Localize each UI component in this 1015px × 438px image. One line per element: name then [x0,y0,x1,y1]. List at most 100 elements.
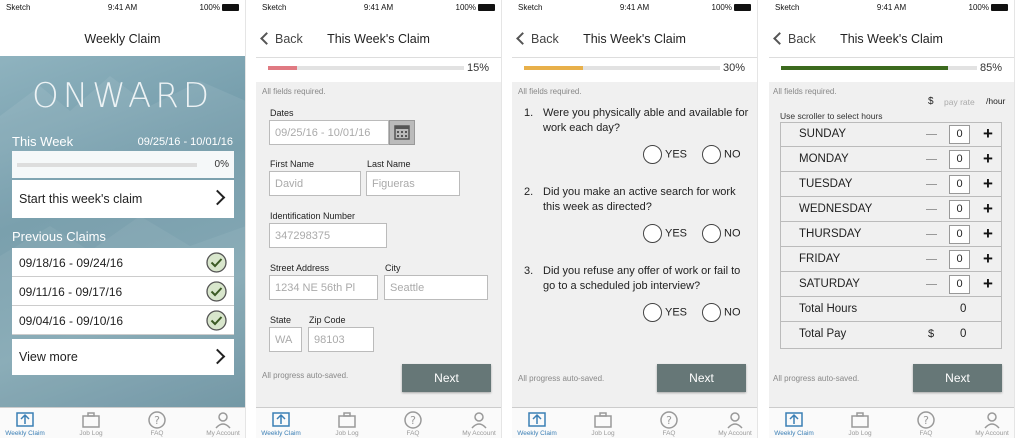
day-row-wednesday: WEDNESDAY 0 + [780,197,1002,222]
plus-icon[interactable]: + [983,249,993,269]
nav-bar: Back This Week's Claim [256,18,501,58]
person-icon [213,411,233,429]
city-field[interactable]: Seattle [384,275,488,300]
tab-my-account[interactable]: My Account [201,411,245,437]
briefcase-icon [337,411,357,429]
last-name-field[interactable]: Figueras [366,171,460,196]
minus-icon[interactable] [926,134,937,135]
plus-icon[interactable]: + [983,224,993,244]
tab-faq[interactable]: ? FAQ [904,411,948,437]
radio-no[interactable]: NO [702,224,741,243]
tab-faq[interactable]: ? FAQ [391,411,435,437]
state-label: State [270,315,292,325]
next-button[interactable]: Next [913,364,1002,392]
day-row-friday: FRIDAY 0 + [780,247,1002,272]
street-field[interactable]: 1234 NE 56th Pl [269,275,378,300]
tab-job-log[interactable]: Job Log [325,411,369,437]
hours-field[interactable]: 0 [949,225,970,244]
minus-icon[interactable] [926,159,937,160]
next-button[interactable]: Next [657,364,746,392]
start-claim-button[interactable]: Start this week's claim [12,180,234,218]
calendar-icon[interactable] [389,120,415,145]
plus-icon[interactable]: + [983,149,993,169]
scroller-hint: Use scroller to select hours [780,111,883,121]
question-text: Did you refuse any offer of work or fail… [543,265,741,292]
hours-field[interactable]: 0 [949,275,970,294]
hours-field[interactable]: 0 [949,200,970,219]
tab-label: Job Log [848,430,872,437]
tab-my-account[interactable]: My Account [970,411,1014,437]
dates-label: Dates [270,108,294,118]
radio-label: NO [724,227,741,240]
plus-icon[interactable]: + [983,274,993,294]
hours-field[interactable]: 0 [949,175,970,194]
hours-field[interactable]: 0 [949,125,970,144]
claim-progress-pct: 85% [979,62,1002,74]
question-icon: ? [403,411,423,429]
id-number-field[interactable]: 347298375 [269,223,387,248]
minus-icon[interactable] [926,209,937,210]
tab-weekly-claim[interactable]: Weekly Claim [259,411,303,437]
tab-job-log[interactable]: Job Log [69,411,113,437]
radio-yes[interactable]: YES [643,303,687,322]
tab-faq[interactable]: ? FAQ [135,411,179,437]
radio-no[interactable]: NO [702,303,741,322]
radio-yes[interactable]: YES [643,145,687,164]
day-label: SUNDAY [799,128,847,140]
minus-icon[interactable] [926,259,937,260]
total-pay-value: 0 [960,328,967,340]
pay-rate-input[interactable]: pay rate [944,97,975,107]
previous-claim-row[interactable]: 09/04/16 - 09/10/16 [12,306,234,335]
claim-progress-pct: 30% [722,62,745,74]
previous-claim-row[interactable]: 09/18/16 - 09/24/16 [12,248,234,277]
view-more-button[interactable]: View more [12,339,234,375]
hours-field[interactable]: 0 [949,250,970,269]
first-name-field[interactable]: David [269,171,361,196]
previous-claim-row[interactable]: 09/11/16 - 09/17/16 [12,277,234,306]
tab-faq[interactable]: ? FAQ [647,411,691,437]
next-button[interactable]: Next [402,364,491,392]
radio-no[interactable]: NO [702,145,741,164]
hours-field[interactable]: 0 [949,150,970,169]
day-label: SATURDAY [799,278,860,290]
question: 3. Did you refuse any offer of work or fa… [524,264,754,300]
zip-field[interactable]: 98103 [308,327,374,352]
question-number: 3. [524,265,534,277]
view-more-label: View more [19,350,78,364]
plus-icon[interactable]: + [983,174,993,194]
battery-icon [734,4,751,11]
dates-field[interactable]: 09/25/16 - 10/01/16 [269,120,389,145]
minus-icon[interactable] [926,234,937,235]
state-field[interactable]: WA [269,327,302,352]
plus-icon[interactable]: + [983,199,993,219]
street-label: Street Address [270,263,330,273]
tab-my-account[interactable]: My Account [457,411,501,437]
total-pay-label: Total Pay [799,328,847,340]
plus-icon[interactable]: + [983,124,993,144]
battery-status: 100% [969,3,1008,12]
tab-bar: Weekly Claim Job Log ? FAQ My Account [0,407,245,438]
tab-job-log[interactable]: Job Log [581,411,625,437]
radio-yes[interactable]: YES [643,224,687,243]
required-note: All fields required. [262,87,326,96]
radio-circle-icon [643,224,662,243]
nav-bar: Back This Week's Claim [769,18,1014,58]
tab-label: My Account [718,430,752,437]
minus-icon[interactable] [926,284,937,285]
tab-weekly-claim[interactable]: Weekly Claim [772,411,816,437]
tab-weekly-claim[interactable]: Weekly Claim [3,411,47,437]
day-row-saturday: SATURDAY 0 + [780,272,1002,297]
tab-label: My Account [206,430,240,437]
tab-my-account[interactable]: My Account [713,411,757,437]
claim-progress-bar [524,66,720,70]
onward-logo: ONWARD [31,76,214,116]
tab-label: Weekly Claim [774,430,814,437]
person-icon [725,411,745,429]
tab-job-log[interactable]: Job Log [838,411,882,437]
weekly-claim-icon [15,411,35,429]
total-pay-dollar: $ [928,328,935,340]
pay-rate-unit: /hour [986,96,1006,106]
tab-weekly-claim[interactable]: Weekly Claim [515,411,559,437]
tab-label: Weekly Claim [5,430,45,437]
minus-icon[interactable] [926,184,937,185]
